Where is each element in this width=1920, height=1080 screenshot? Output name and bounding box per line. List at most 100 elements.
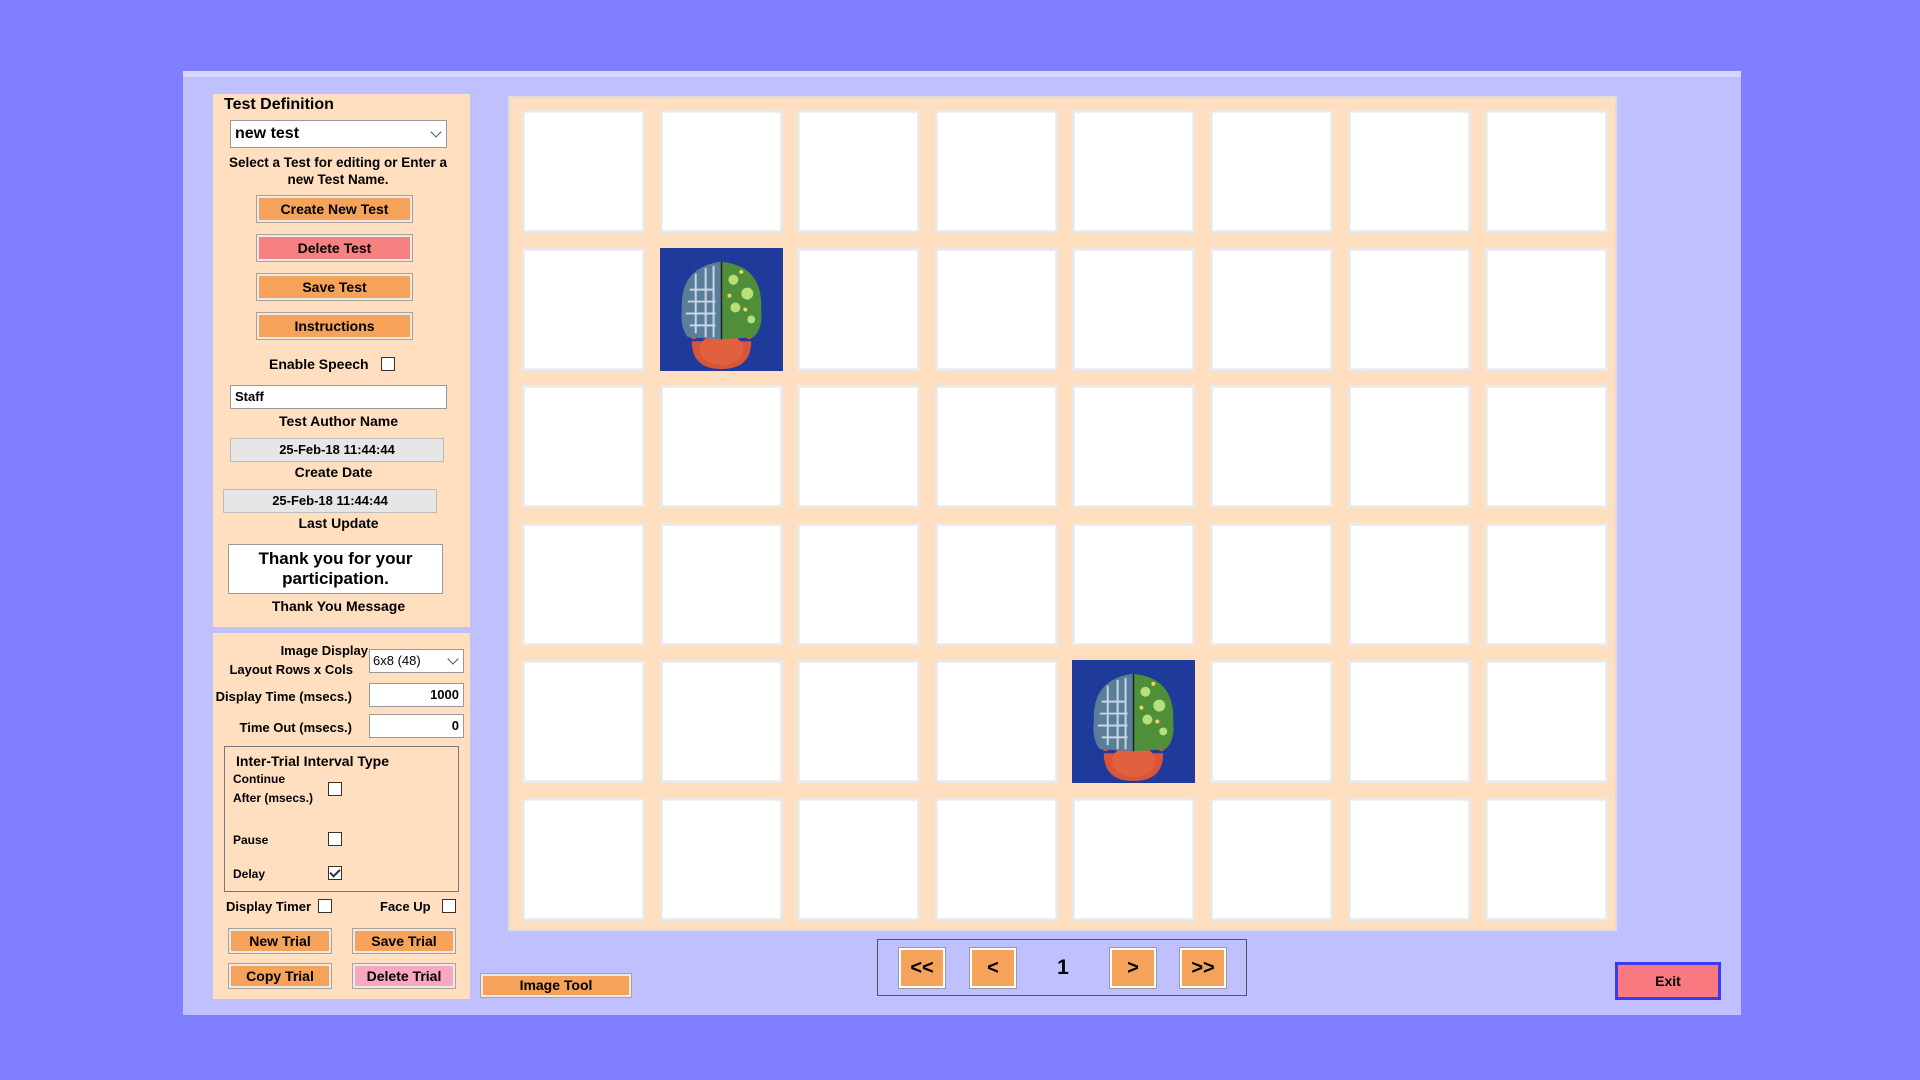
grid-cell[interactable] [1072,522,1196,646]
thank-you-message-field[interactable]: Thank you for your participation. [228,544,443,594]
grid-cell[interactable] [522,798,645,921]
timeout-label: Time Out (msecs.) [239,720,352,735]
delay-label: Delay [233,867,266,881]
grid-cell[interactable] [1072,110,1196,233]
trial-settings-panel: Image Display Layout Rows x Cols 6x8 (48… [213,633,470,999]
grid-cell[interactable] [1210,522,1333,646]
display-timer-label: Display Timer [226,899,312,914]
grid-cell[interactable] [1347,110,1471,233]
brain-head-image [661,249,781,369]
grid-cell[interactable] [1210,385,1333,509]
page-number: 1 [1057,956,1069,979]
layout-label-2: Layout Rows x Cols [229,662,353,677]
test-select-value: new test [235,125,300,142]
timeout-input[interactable]: 0 [369,714,464,738]
author-name-field[interactable]: Staff [230,385,447,409]
chevron-down-icon [447,653,459,665]
pause-checkbox[interactable] [328,832,342,846]
grid-cell[interactable] [797,660,921,784]
save-test-button[interactable]: Save Test [257,274,412,300]
layout-select[interactable]: 6x8 (48) [369,649,464,673]
grid-cell[interactable] [1072,385,1196,509]
grid-cell[interactable] [659,660,783,784]
thank-you-message-label: Thank You Message [271,598,406,614]
image-grid [508,96,1617,931]
grid-cell[interactable] [934,385,1058,509]
grid-cell[interactable] [1210,247,1333,371]
grid-cell[interactable] [1347,522,1471,646]
grid-cell[interactable] [797,798,921,921]
grid-cell[interactable] [934,110,1058,233]
grid-cell[interactable] [659,110,783,233]
grid-cell[interactable] [522,385,645,509]
copy-trial-button[interactable]: Copy Trial [229,964,331,988]
grid-cell[interactable] [934,247,1058,371]
last-page-button[interactable]: >> [1180,948,1226,988]
instructions-button[interactable]: Instructions [257,313,412,339]
grid-cell[interactable] [934,522,1058,646]
grid-cell[interactable] [1485,247,1609,371]
display-timer-checkbox[interactable] [318,899,332,913]
enable-speech-checkbox[interactable] [381,357,395,371]
grid-cell[interactable] [1485,385,1609,509]
grid-cell[interactable] [522,247,645,371]
face-up-checkbox[interactable] [442,899,456,913]
first-page-button[interactable]: << [899,948,945,988]
grid-cell[interactable] [1347,798,1471,921]
grid-cell[interactable] [1485,660,1609,784]
grid-cell[interactable] [1072,247,1196,371]
display-time-input[interactable]: 1000 [369,683,464,707]
grid-cell[interactable] [659,385,783,509]
layout-label-1: Image Display [280,643,368,658]
grid-cell[interactable] [1347,385,1471,509]
create-new-test-button[interactable]: Create New Test [257,196,412,222]
grid-cell[interactable] [1485,110,1609,233]
grid-cell[interactable] [797,247,921,371]
grid-cell[interactable] [522,660,645,784]
create-date-label: Create Date [294,464,373,480]
continue-label-2: After (msecs.) [233,791,314,805]
delete-test-button[interactable]: Delete Test [257,235,412,261]
test-definition-title: Test Definition [224,96,334,113]
image-tool-button[interactable]: Image Tool [481,974,631,997]
iti-title: Inter-Trial Interval Type [236,753,390,769]
grid-cell[interactable] [659,798,783,921]
chevron-down-icon [430,126,442,138]
thank-you-message-value: Thank you for your participation. [258,549,413,588]
layout-select-value: 6x8 (48) [373,653,421,668]
grid-cell[interactable] [797,522,921,646]
continue-after-checkbox[interactable] [328,782,342,796]
grid-cell[interactable] [797,110,921,233]
pager: << < 1 > >> [877,939,1247,996]
grid-cell-image[interactable] [659,247,783,371]
grid-cell[interactable] [522,522,645,646]
save-trial-button[interactable]: Save Trial [353,929,455,953]
grid-cell[interactable] [1210,798,1333,921]
test-select-hint: Select a Test for editing or Enter a new… [228,155,448,187]
exit-button[interactable]: Exit [1615,962,1721,1000]
delete-trial-button[interactable]: Delete Trial [353,964,455,988]
grid-cell[interactable] [1347,247,1471,371]
grid-cell[interactable] [934,660,1058,784]
grid-cell-image[interactable] [1072,660,1196,784]
test-select[interactable]: new test [230,120,447,148]
grid-cell[interactable] [797,385,921,509]
delay-checkbox[interactable] [328,866,342,880]
grid-cell[interactable] [1210,660,1333,784]
grid-cell[interactable] [1347,660,1471,784]
continue-label-1: Continue [233,772,285,786]
prev-page-button[interactable]: < [970,948,1016,988]
display-time-label: Display Time (msecs.) [215,689,352,704]
grid-cell[interactable] [1485,798,1609,921]
pause-label: Pause [233,833,269,847]
grid-cell[interactable] [522,110,645,233]
iti-groupbox: Inter-Trial Interval Type Continue After… [224,746,459,892]
grid-cell[interactable] [1072,798,1196,921]
grid-cell[interactable] [1210,110,1333,233]
grid-cell[interactable] [1485,522,1609,646]
grid-cell[interactable] [934,798,1058,921]
next-page-button[interactable]: > [1110,948,1156,988]
new-trial-button[interactable]: New Trial [229,929,331,953]
grid-cell[interactable] [659,522,783,646]
timeout-value: 0 [451,718,459,733]
